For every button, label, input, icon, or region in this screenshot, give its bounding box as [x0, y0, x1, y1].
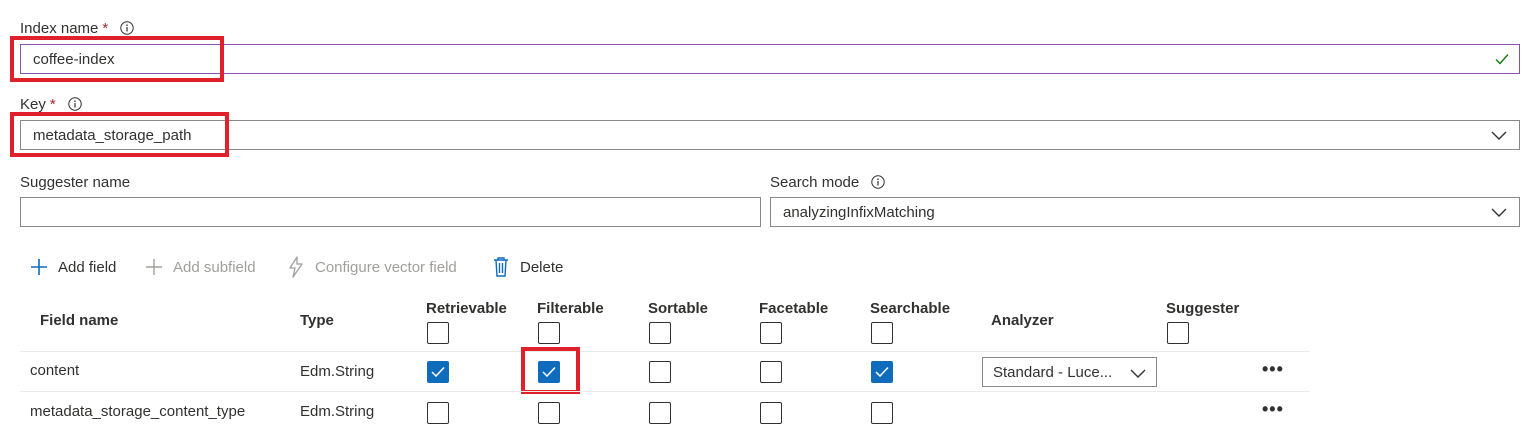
field-name-cell: content	[30, 362, 80, 379]
select-all-facetable-checkbox[interactable]	[760, 322, 782, 344]
type-cell: Edm.String	[300, 363, 375, 380]
add-subfield-button[interactable]: Add subfield	[145, 258, 256, 276]
info-icon[interactable]	[68, 97, 82, 111]
plus-icon	[146, 259, 162, 275]
select-all-sortable-checkbox[interactable]	[649, 322, 671, 344]
col-header-retrievable: Retrievable	[426, 300, 507, 317]
more-options-button[interactable]: •••	[1262, 359, 1284, 380]
suggester-name-input[interactable]	[20, 197, 761, 227]
info-icon[interactable]	[871, 175, 886, 189]
lightning-icon	[289, 256, 303, 278]
chevron-down-icon	[1130, 369, 1146, 378]
col-header-facetable: Facetable	[759, 300, 829, 317]
select-all-retrievable-checkbox[interactable]	[427, 322, 449, 344]
type-cell: Edm.String	[300, 403, 375, 420]
configure-vector-field-button[interactable]: Configure vector field	[287, 256, 457, 278]
add-field-button[interactable]: Add field	[30, 258, 116, 276]
sortable-checkbox[interactable]	[649, 361, 671, 383]
col-header-filterable: Filterable	[537, 300, 604, 317]
checkmark-icon	[1495, 54, 1509, 65]
select-all-searchable-checkbox[interactable]	[871, 322, 893, 344]
filterable-checkbox[interactable]	[538, 402, 560, 424]
col-header-suggester: Suggester	[1166, 300, 1240, 317]
search-mode-dropdown[interactable]: analyzingInfixMatching	[770, 197, 1520, 227]
searchable-checkbox[interactable]	[871, 361, 893, 383]
retrievable-checkbox[interactable]	[427, 361, 449, 383]
col-header-type[interactable]: Type	[300, 312, 334, 329]
facetable-checkbox[interactable]	[760, 361, 782, 383]
chevron-down-icon	[1491, 208, 1507, 217]
required-asterisk: *	[102, 20, 109, 37]
searchable-checkbox[interactable]	[871, 402, 893, 424]
search-mode-label: Search mode	[770, 174, 886, 191]
delete-button[interactable]: Delete	[492, 256, 563, 278]
highlight-box	[521, 347, 580, 394]
facetable-checkbox[interactable]	[760, 402, 782, 424]
row-divider	[20, 391, 1310, 392]
info-icon[interactable]	[120, 21, 135, 35]
col-header-analyzer: Analyzer	[991, 312, 1054, 329]
plus-icon	[31, 259, 47, 275]
index-name-input[interactable]: coffee-index	[20, 44, 1520, 74]
trash-icon	[494, 257, 508, 277]
suggester-name-label: Suggester name	[20, 174, 131, 191]
field-name-cell: metadata_storage_content_type	[30, 403, 246, 420]
key-label: Key *	[20, 96, 82, 113]
select-all-suggester-checkbox[interactable]	[1167, 322, 1189, 344]
col-header-field-name[interactable]: Field name	[40, 312, 118, 329]
retrievable-checkbox[interactable]	[427, 402, 449, 424]
key-dropdown[interactable]: metadata_storage_path	[20, 120, 1520, 150]
select-all-filterable-checkbox[interactable]	[538, 322, 560, 344]
col-header-searchable: Searchable	[870, 300, 951, 317]
highlight-box	[10, 112, 229, 157]
checkmark-icon	[875, 366, 889, 378]
col-header-sortable: Sortable	[648, 300, 709, 317]
highlight-box	[10, 36, 224, 82]
index-name-label: Index name *	[20, 20, 135, 37]
checkmark-icon	[431, 366, 445, 378]
required-asterisk: *	[49, 96, 56, 113]
row-divider	[20, 351, 1310, 352]
sortable-checkbox[interactable]	[649, 402, 671, 424]
more-options-button[interactable]: •••	[1262, 399, 1284, 420]
chevron-down-icon	[1491, 131, 1507, 140]
analyzer-dropdown[interactable]: Standard - Luce...	[982, 357, 1157, 387]
